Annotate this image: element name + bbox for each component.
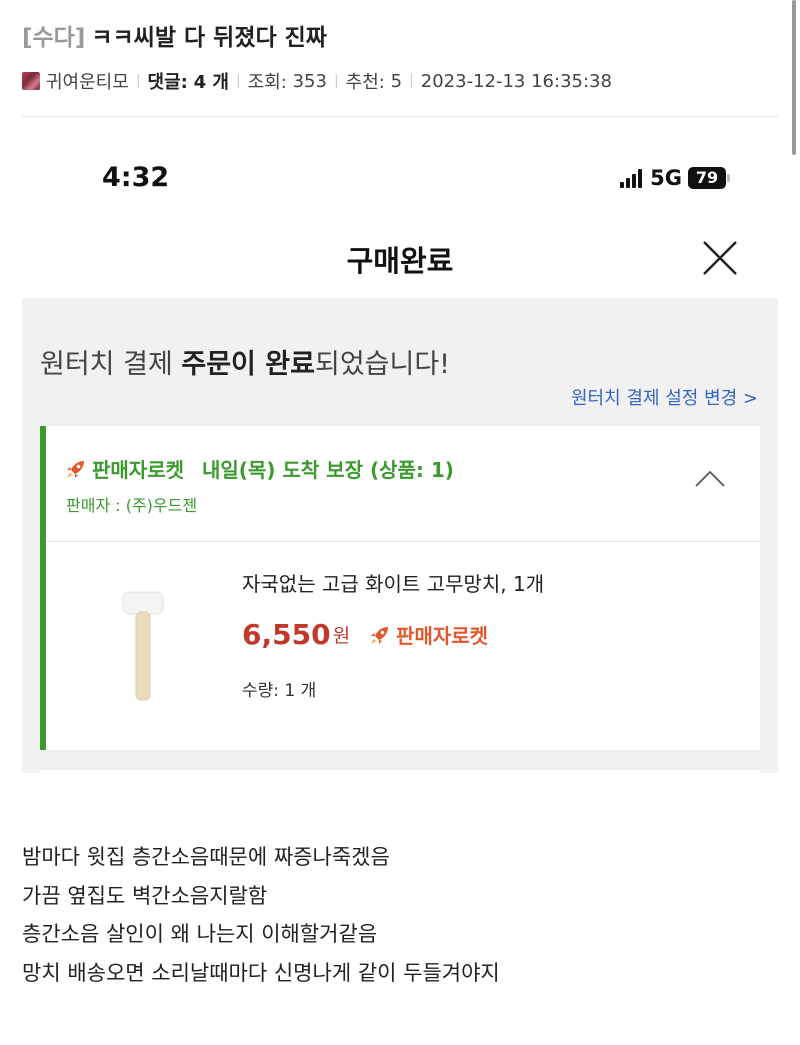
divider: | <box>333 73 339 89</box>
scrollbar[interactable] <box>792 0 796 155</box>
divider: | <box>409 73 414 89</box>
message-bold: 주문이 완료 <box>181 349 315 380</box>
likes-count: 5 <box>390 70 403 92</box>
embedded-screenshot: 4:32 5G 79 구매완료 원터치 결제 주문이 완료되었습니다! 원터치 … <box>22 140 778 773</box>
status-indicators: 5G 79 <box>620 166 730 190</box>
comments-count: 4 개 <box>193 72 229 93</box>
message-suffix: 되었습니다! <box>314 349 451 380</box>
chevron-up-icon[interactable] <box>694 468 726 488</box>
message-prefix: 원터치 결제 <box>40 349 182 380</box>
currency-label: 원 <box>332 625 351 647</box>
product-image[interactable] <box>120 586 166 706</box>
avatar[interactable] <box>22 72 40 90</box>
one-touch-settings-link[interactable]: 원터치 결제 설정 변경 > <box>571 384 758 410</box>
header-divider <box>22 116 778 117</box>
order-complete-panel: 원터치 결제 주문이 완료되었습니다! 원터치 결제 설정 변경 > 판매자로켓… <box>22 298 778 773</box>
order-card: 판매자로켓 내일(목) 도착 보장 (상품: 1) 판매자 : (주)우드젠 자… <box>40 426 760 750</box>
close-icon[interactable] <box>698 236 742 280</box>
divider: | <box>135 73 141 89</box>
battery-icon: 79 <box>688 167 730 189</box>
battery-level: 79 <box>688 167 726 189</box>
post-datetime: 2023-12-13 16:35:38 <box>420 70 612 92</box>
rocket-icon <box>371 626 389 644</box>
product-price: 6,550 <box>242 618 331 651</box>
card-divider <box>46 541 760 542</box>
next-card-edge <box>40 770 760 773</box>
body-line: 층간소음 살인이 왜 나는지 이해할거같음 <box>22 922 378 946</box>
delivery-header: 판매자로켓 내일(목) 도착 보장 (상품: 1) <box>64 454 454 483</box>
rocket-tag: 판매자로켓 <box>92 458 184 482</box>
comments-label: 댓글: <box>147 72 188 93</box>
author-name[interactable]: 귀여운티모 <box>46 68 129 94</box>
views-count: 353 <box>292 70 327 92</box>
body-line: 망치 배송오면 소리날때마다 신명나게 같이 두들겨야지 <box>22 960 500 985</box>
rocket-badge: 판매자로켓 <box>368 620 488 649</box>
status-time: 4:32 <box>102 162 170 193</box>
post-category[interactable]: [수다] <box>22 25 85 51</box>
body-line: 가끔 옆집도 벽간소음지랄함 <box>22 883 268 908</box>
product-quantity: 수량: 1 개 <box>242 681 317 701</box>
price-row: 6,550 원 판매자로켓 <box>242 618 488 651</box>
delivery-guarantee: 내일(목) 도착 보장 (상품: 1) <box>202 458 454 482</box>
screen-title: 구매완료 <box>346 244 454 278</box>
network-label: 5G <box>650 166 682 190</box>
post-title-text: ㅋㅋ씨발 다 뒤졌다 진짜 <box>91 25 327 51</box>
seller-info: 판매자 : (주)우드젠 <box>66 496 198 515</box>
post-body: 밤마다 윗집 층간소음때문에 짜증나죽겠음 가끔 옆집도 벽간소음지랄함 층간소… <box>22 838 500 992</box>
order-complete-message: 원터치 결제 주문이 완료되었습니다! <box>40 342 450 381</box>
views-label: 조회: <box>247 72 287 93</box>
rocket-badge-label: 판매자로켓 <box>396 624 489 648</box>
signal-icon <box>620 168 643 188</box>
likes-label: 추천: <box>345 72 385 93</box>
post-meta: 귀여운티모 | 댓글: 4 개 | 조회: 353 | 추천: 5 | 2023… <box>22 68 612 94</box>
product-name[interactable]: 자국없는 고급 화이트 고무망치, 1개 <box>242 568 544 597</box>
divider: | <box>235 73 241 89</box>
body-line: 밤마다 윗집 층간소음때문에 짜증나죽겠음 <box>22 845 390 869</box>
post-title: [수다] ㅋㅋ씨발 다 뒤졌다 진짜 <box>22 18 327 52</box>
rocket-icon <box>67 460 84 478</box>
